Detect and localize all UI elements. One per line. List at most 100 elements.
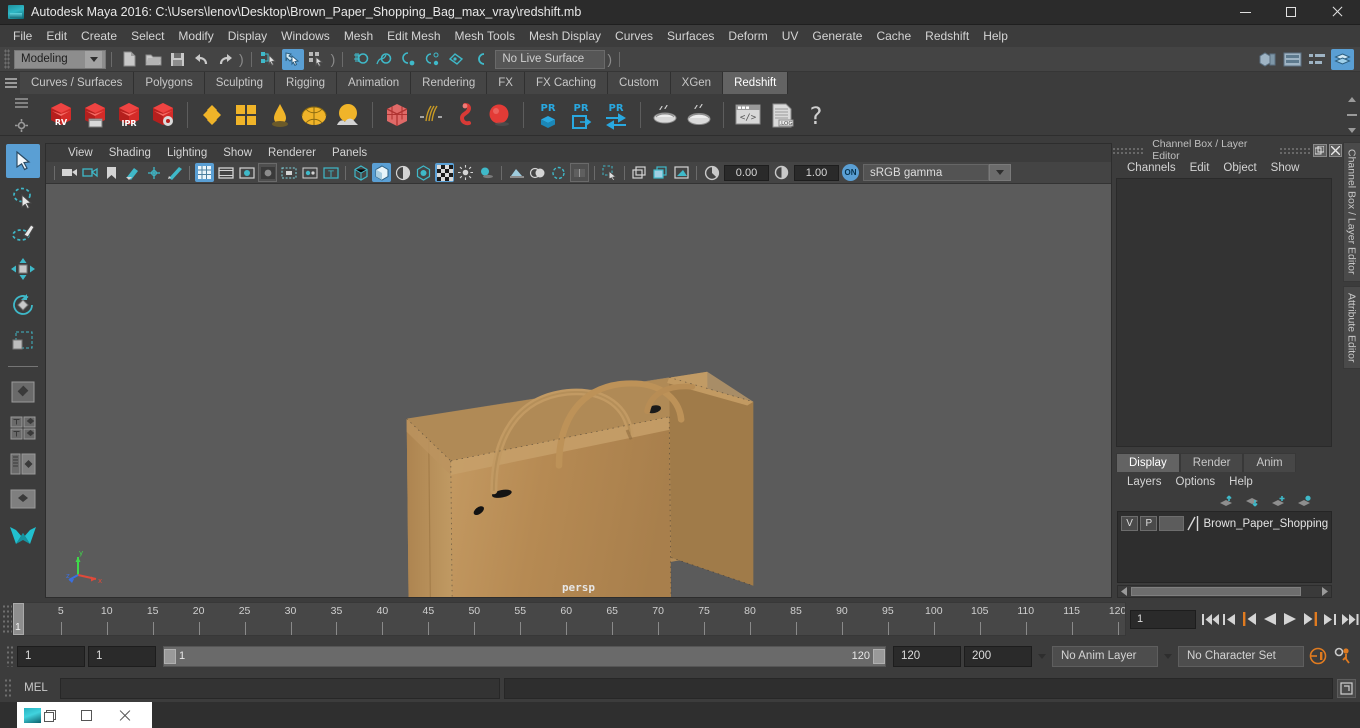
viewport-menu-panels[interactable]: Panels [324, 144, 375, 162]
step-forward-frame-icon[interactable] [1320, 608, 1340, 630]
2d-pan-zoom-icon[interactable] [144, 163, 163, 182]
gamma-value[interactable]: 1.00 [794, 164, 839, 181]
restore-icon[interactable] [44, 709, 56, 722]
auto-keyframe-icon[interactable] [1307, 645, 1329, 667]
new-layer-from-selection-icon[interactable] [1296, 494, 1312, 508]
redshift-help-icon[interactable]: ? [799, 98, 833, 132]
menu-redshift[interactable]: Redshift [918, 26, 976, 46]
menu-help[interactable]: Help [976, 26, 1015, 46]
menu-modify[interactable]: Modify [171, 26, 220, 46]
shelf-scroll-up-icon[interactable] [1348, 97, 1356, 102]
time-slider-grip[interactable] [2, 604, 12, 634]
color-profile-select[interactable]: sRGB gamma [863, 164, 989, 181]
redshift-render-sequence-icon[interactable] [78, 98, 112, 132]
redshift-lights-icon[interactable] [195, 98, 229, 132]
tab-anim[interactable]: Anim [1243, 453, 1296, 472]
isolate-select-icon[interactable] [600, 163, 619, 182]
anim-layer-chevron-down-icon[interactable] [1035, 653, 1049, 659]
viewport-panel-icon[interactable] [651, 163, 670, 182]
select-object-icon[interactable] [281, 48, 304, 70]
scroll-right-icon[interactable] [1319, 587, 1331, 596]
grease-pencil-icon[interactable] [165, 163, 184, 182]
command-input[interactable] [60, 677, 500, 699]
snap-grid-icon[interactable] [349, 49, 371, 70]
menu-select[interactable]: Select [124, 26, 171, 46]
menu-uv[interactable]: UV [775, 26, 806, 46]
menu-edit-mesh[interactable]: Edit Mesh [380, 26, 447, 46]
menu-mesh-display[interactable]: Mesh Display [522, 26, 608, 46]
range-start-handle[interactable] [164, 648, 176, 664]
redshift-bake-icon[interactable] [648, 98, 682, 132]
shadows-icon[interactable] [477, 163, 496, 182]
redshift-log-icon[interactable]: .LOG [765, 98, 799, 132]
anim-start-time-field[interactable]: 1 [17, 645, 85, 667]
menu-windows[interactable]: Windows [274, 26, 337, 46]
exposure-icon[interactable] [702, 163, 721, 182]
safe-action-icon[interactable] [300, 163, 319, 182]
film-origin-icon[interactable] [279, 163, 298, 182]
redshift-pr-object-icon[interactable]: PR [531, 98, 565, 132]
menu-mesh-tools[interactable]: Mesh Tools [448, 26, 522, 46]
close-panel-icon[interactable] [1328, 143, 1342, 157]
play-forwards-icon[interactable] [1280, 608, 1300, 630]
shelf-tab-fx[interactable]: FX [487, 72, 525, 94]
layer-playback-toggle[interactable]: P [1140, 516, 1158, 531]
time-slider[interactable]: 1 5 10 15 20 25 30 35 40 45 50 55 60 65 70 75 80 85 90 95 1… [12, 602, 1126, 636]
redo-icon[interactable] [214, 49, 236, 70]
attribute-editor-icon[interactable] [1281, 49, 1304, 70]
redshift-render-settings-icon[interactable] [146, 98, 180, 132]
paint-select-tool-icon[interactable] [6, 216, 40, 250]
display-layer-icon[interactable] [630, 163, 649, 182]
redshift-hair-icon[interactable] [414, 98, 448, 132]
go-to-start-icon[interactable] [1200, 608, 1220, 630]
side-tab-attribute-editor[interactable]: Attribute Editor [1342, 285, 1360, 369]
display-layer-list[interactable]: V P Brown_Paper_Shopping_ [1117, 511, 1332, 583]
four-view-layout-icon[interactable] [6, 411, 40, 445]
outliner-persp-layout-icon[interactable] [6, 447, 40, 481]
viewport-menu-renderer[interactable]: Renderer [260, 144, 324, 162]
grab-icon[interactable] [672, 163, 691, 182]
smooth-shade-icon[interactable] [372, 163, 391, 182]
menu-create[interactable]: Create [74, 26, 124, 46]
color-profile-chevron-down-icon[interactable] [989, 164, 1011, 181]
redshift-dome-light-icon[interactable] [297, 98, 331, 132]
layer-list-horizontal-scrollbar[interactable] [1117, 585, 1332, 598]
color-mgmt-icon[interactable]: ON [842, 164, 859, 181]
shelf-menu-icon[interactable] [14, 97, 28, 111]
step-forward-key-icon[interactable] [1300, 608, 1320, 630]
script-editor-icon[interactable] [1337, 678, 1356, 698]
save-scene-icon[interactable] [166, 49, 188, 70]
menu-set-selector[interactable]: Modeling [14, 49, 106, 69]
menu-edit[interactable]: Edit [39, 26, 74, 46]
menu-generate[interactable]: Generate [805, 26, 869, 46]
open-scene-icon[interactable] [142, 49, 164, 70]
film-gate-icon[interactable] [216, 163, 235, 182]
menu-deform[interactable]: Deform [721, 26, 774, 46]
gamma-icon[interactable] [772, 163, 791, 182]
move-layer-up-icon[interactable] [1218, 494, 1234, 508]
shelf-scroll-down-icon[interactable] [1348, 128, 1356, 133]
shelf-tab-redshift[interactable]: Redshift [723, 72, 789, 94]
redshift-proxy-icon[interactable] [380, 98, 414, 132]
snap-curve-icon[interactable] [373, 49, 395, 70]
gate-mask-icon[interactable] [258, 163, 277, 182]
shelf-tab-fx-caching[interactable]: FX Caching [524, 72, 609, 94]
close-icon[interactable] [118, 709, 131, 722]
scale-tool-icon[interactable] [6, 324, 40, 358]
statusbar-grip[interactable] [4, 49, 10, 69]
range-end-handle[interactable] [873, 648, 885, 664]
shelf-tab-xgen[interactable]: XGen [670, 72, 724, 94]
menu-surfaces[interactable]: Surfaces [660, 26, 721, 46]
shelf-tab-rendering[interactable]: Rendering [411, 72, 488, 94]
move-layer-down-icon[interactable] [1244, 494, 1260, 508]
snap-point-icon[interactable] [397, 49, 419, 70]
step-back-key-icon[interactable] [1240, 608, 1260, 630]
tab-render[interactable]: Render [1179, 453, 1244, 472]
redshift-script-icon[interactable]: </> [731, 98, 765, 132]
playback-end-time-field[interactable]: 120 [893, 645, 961, 667]
range-slider-grip[interactable] [6, 645, 14, 667]
bookmark-icon[interactable] [102, 163, 121, 182]
range-slider[interactable]: 1 120 [163, 645, 886, 667]
redshift-area-light-icon[interactable] [229, 98, 263, 132]
menu-mesh[interactable]: Mesh [337, 26, 380, 46]
